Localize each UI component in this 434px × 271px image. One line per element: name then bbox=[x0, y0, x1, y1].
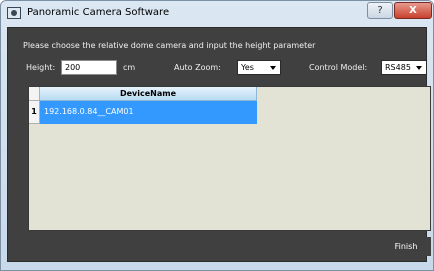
height-input[interactable]: 200 bbox=[61, 60, 117, 75]
title-bar[interactable]: Panoramic Camera Software ? X bbox=[1, 1, 433, 25]
control-model-value: RS485 bbox=[385, 63, 411, 72]
auto-zoom-label: Auto Zoom: bbox=[174, 63, 221, 72]
control-model-select[interactable]: RS485 bbox=[381, 60, 427, 75]
control-model-label: Control Model: bbox=[309, 63, 368, 72]
help-icon: ? bbox=[377, 5, 383, 16]
chevron-down-icon[interactable] bbox=[266, 61, 280, 74]
column-header-device-name[interactable]: DeviceName bbox=[40, 87, 257, 101]
height-label: Height: bbox=[26, 63, 56, 72]
row-number[interactable]: 1 bbox=[29, 101, 40, 124]
close-button[interactable]: X bbox=[394, 2, 432, 19]
auto-zoom-select[interactable]: Yes bbox=[237, 60, 281, 75]
instruction-text: Please choose the relative dome camera a… bbox=[23, 41, 316, 50]
table-corner bbox=[29, 87, 40, 101]
camera-app-icon bbox=[7, 7, 21, 19]
height-unit-label: cm bbox=[123, 63, 136, 72]
camera-lens-icon bbox=[11, 10, 17, 16]
finish-button[interactable]: Finish bbox=[381, 237, 431, 256]
auto-zoom-value: Yes bbox=[241, 63, 254, 72]
close-icon: X bbox=[409, 5, 417, 16]
table-row[interactable]: 192.168.0.84__CAM01 bbox=[40, 101, 257, 124]
window-title: Panoramic Camera Software bbox=[27, 7, 170, 18]
help-button[interactable]: ? bbox=[367, 2, 393, 19]
height-input-value: 200 bbox=[65, 63, 81, 72]
chevron-down-icon[interactable] bbox=[412, 61, 426, 74]
